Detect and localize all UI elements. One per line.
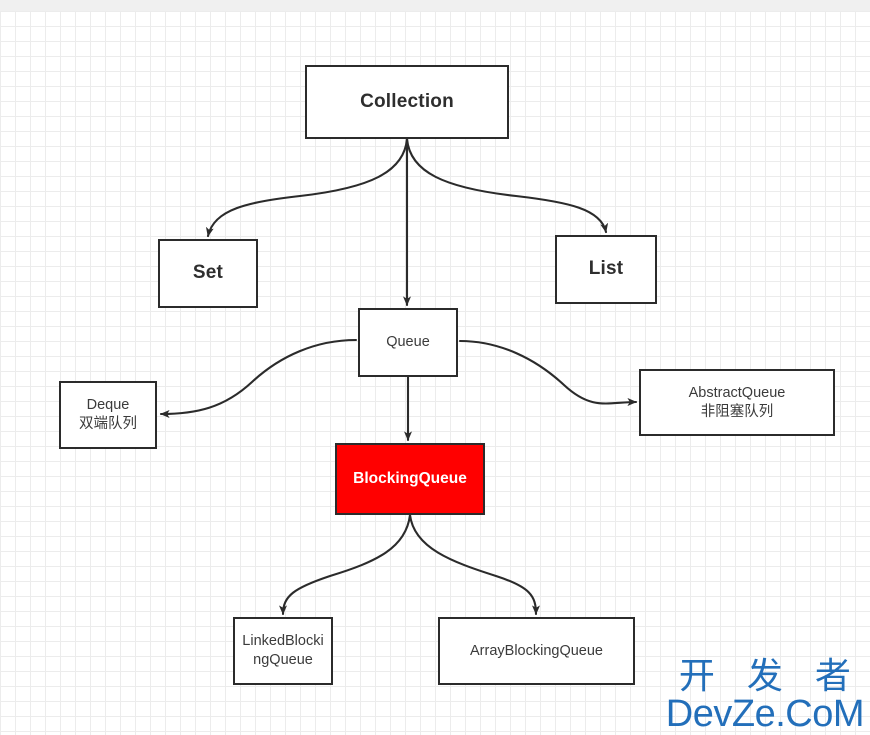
- watermark: 开 发 者 DevZe.CoM: [665, 655, 865, 735]
- node-collection[interactable]: Collection: [305, 65, 509, 139]
- node-abstract-queue[interactable]: AbstractQueue 非阻塞队列: [639, 369, 835, 436]
- node-queue[interactable]: Queue: [358, 308, 458, 377]
- top-gray-band: [0, 0, 870, 11]
- watermark-line-cn: 开 发 者: [678, 655, 862, 696]
- node-set[interactable]: Set: [158, 239, 258, 308]
- node-deque[interactable]: Deque 双端队列: [59, 381, 157, 449]
- watermark-line-en: DevZe.CoM: [665, 693, 865, 735]
- diagram-canvas: Collection Set List Queue Deque 双端队列 Abs…: [0, 0, 870, 735]
- node-list[interactable]: List: [555, 235, 657, 304]
- node-linked-blocking-queue[interactable]: LinkedBlocki ngQueue: [233, 617, 333, 685]
- node-array-blocking-queue[interactable]: ArrayBlockingQueue: [438, 617, 635, 685]
- node-blocking-queue[interactable]: BlockingQueue: [335, 443, 485, 515]
